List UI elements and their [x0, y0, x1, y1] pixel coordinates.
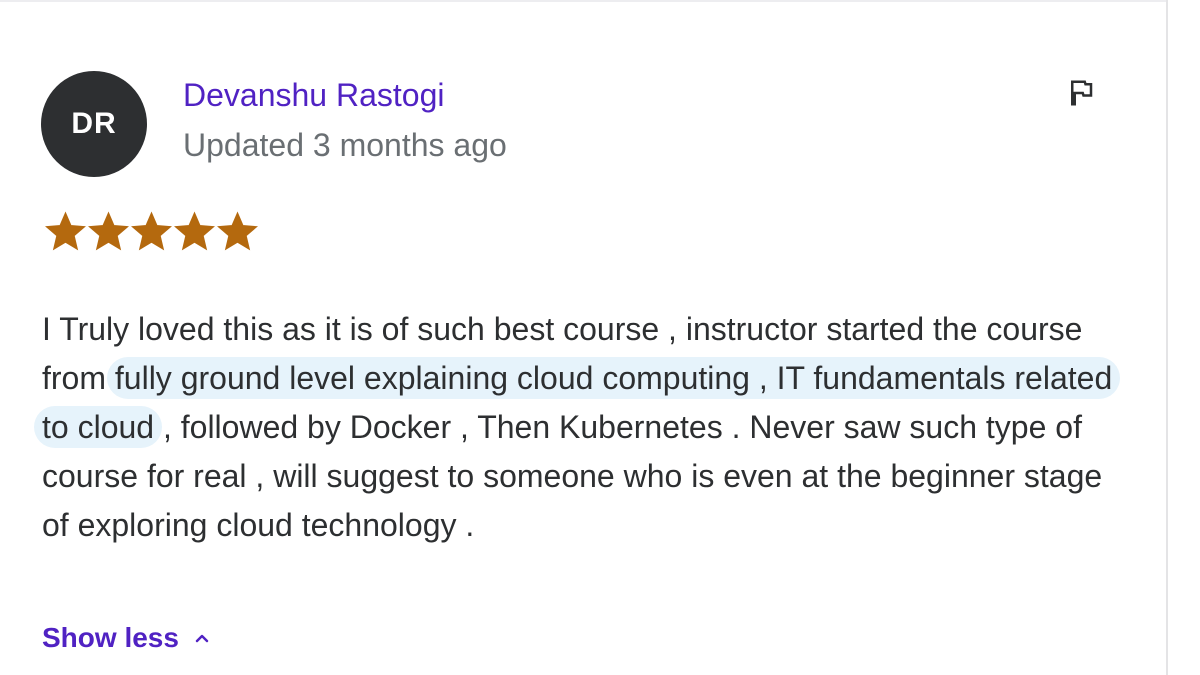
avatar: DR — [41, 71, 147, 177]
review-text: I Truly loved this as it is of such best… — [34, 305, 1122, 550]
star-icon — [174, 211, 215, 251]
reviewer-name[interactable]: Devanshu Rastogi — [183, 77, 444, 114]
show-less-label: Show less — [42, 622, 179, 653]
flag-icon — [1071, 80, 1093, 106]
star-icon — [88, 211, 129, 251]
star-icon — [131, 211, 172, 251]
top-divider — [0, 0, 1168, 2]
avatar-initials: DR — [71, 107, 117, 140]
report-button[interactable] — [1060, 72, 1102, 114]
show-less-button[interactable]: Show less — [42, 622, 209, 654]
review-text-end: , followed by Docker , Then Kubernetes .… — [42, 409, 1103, 543]
review-date: Updated 3 months ago — [183, 127, 507, 163]
star-icon — [45, 211, 86, 251]
star-rating — [44, 210, 259, 254]
right-divider — [1166, 0, 1168, 675]
review-card: DR Devanshu Rastogi Updated 3 months ago… — [0, 0, 1200, 675]
chevron-up-icon — [195, 634, 209, 643]
star-icon — [217, 211, 258, 251]
